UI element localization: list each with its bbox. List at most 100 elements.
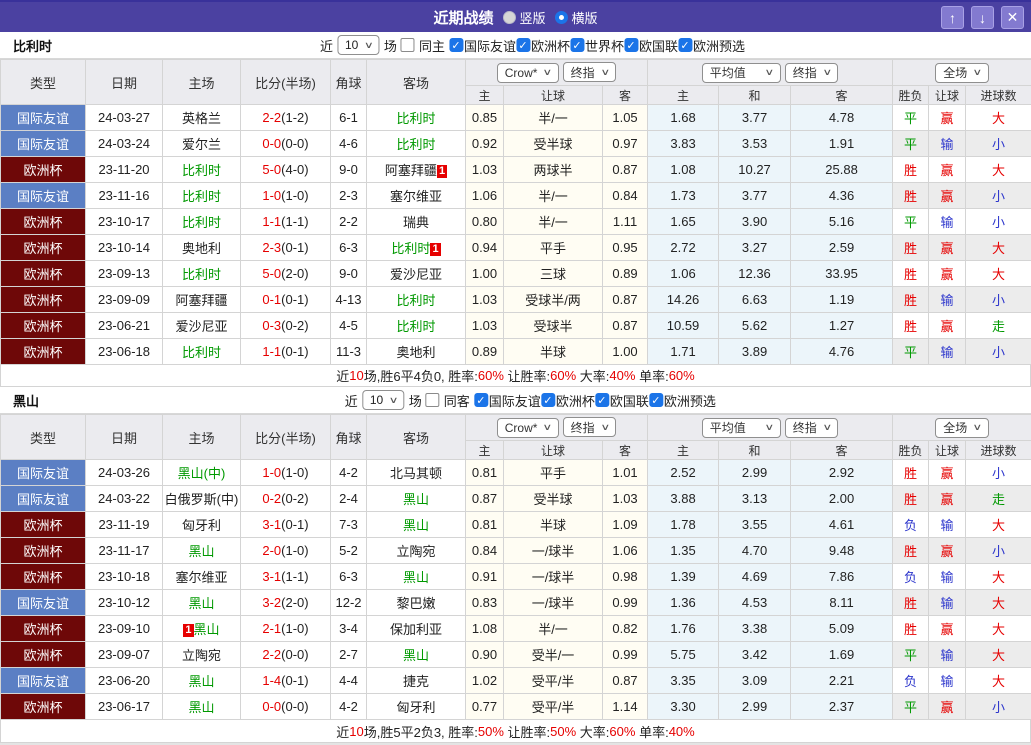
match-type-badge: 国际友谊 xyxy=(0,104,86,131)
home-team-cell: 英格兰 xyxy=(162,104,241,131)
checkbox-checked-icon[interactable]: ✓ xyxy=(678,38,693,52)
book-home-odds: 1.06 xyxy=(465,182,504,209)
checkbox-checked-icon[interactable]: ✓ xyxy=(624,38,639,52)
scope-select[interactable]: 全场 ∨ xyxy=(935,62,989,83)
match-type-badge: 欧洲杯 xyxy=(0,338,86,365)
matches-table: 类型 日期 主场 比分(半场) 角球 客场 Crow* ∨ 终指 ∨ 平均值 ∨ 终… xyxy=(0,414,1031,720)
same-venue-label: 同客 xyxy=(443,393,470,409)
match-date: 23-06-18 xyxy=(85,338,163,365)
avg-draw-odds: 10.27 xyxy=(718,156,792,183)
checkbox-checked-icon[interactable]: ✓ xyxy=(648,393,663,407)
league-filter[interactable]: ✓ 欧国联 xyxy=(594,391,649,410)
corner-score: 6-3 xyxy=(330,234,367,261)
layout-radio-horizontal[interactable]: 横版 xyxy=(554,8,598,27)
league-filter[interactable]: ✓ 国际友谊 xyxy=(473,391,541,410)
full-time-score: 3-2 xyxy=(262,595,282,610)
average-select[interactable]: 平均值 ∨ xyxy=(701,62,782,83)
avg-away-odds: 4.36 xyxy=(790,182,894,209)
checkbox-checked-icon[interactable]: ✓ xyxy=(448,38,463,52)
match-date: 23-06-20 xyxy=(85,667,163,694)
league-filter[interactable]: ✓ 欧洲预选 xyxy=(678,36,745,55)
same-venue-checkbox[interactable] xyxy=(400,38,415,52)
move-down-button[interactable]: ↓ xyxy=(971,6,994,29)
match-date: 23-06-17 xyxy=(85,693,163,720)
match-row: 国际友谊 24-03-22 白俄罗斯(中) 0-2(0-2) 2-4 黑山 0.87 受半球 1… xyxy=(0,485,1031,512)
team-link: 黑山 xyxy=(188,700,215,715)
result-outcome: 胜 xyxy=(892,615,930,642)
radio-selected-icon[interactable] xyxy=(554,10,568,24)
result-outcome: 胜 xyxy=(892,312,930,339)
checkbox-checked-icon[interactable]: ✓ xyxy=(515,38,530,52)
half-time-score: (2-0) xyxy=(281,595,309,610)
team-name: 黑山 xyxy=(13,393,40,409)
result-text: 走 xyxy=(992,319,1006,334)
league-filter[interactable]: ✓ 欧洲杯 xyxy=(540,391,595,410)
avg-away-odds: 9.48 xyxy=(790,537,894,564)
layout-radio-vertical[interactable]: 竖版 xyxy=(502,8,546,27)
home-team-cell: 爱尔兰 xyxy=(162,130,241,157)
league-filter[interactable]: ✓ 国际友谊 xyxy=(448,36,516,55)
handicap-line: 受球半 xyxy=(503,312,603,339)
team-link: 比利时 xyxy=(181,267,221,282)
full-time-score: 1-0 xyxy=(262,188,282,203)
result-text: 胜 xyxy=(904,544,918,559)
avg-odds-stage-select[interactable]: 终指 ∨ xyxy=(784,417,839,438)
book-home-odds: 0.81 xyxy=(465,459,504,486)
away-team-cell: 比利时 1 xyxy=(366,234,466,261)
match-count-select[interactable]: 10 ∨ xyxy=(336,35,380,55)
avg-away-odds: 33.95 xyxy=(790,260,894,287)
checkbox-checked-icon[interactable]: ✓ xyxy=(540,393,555,407)
handicap-line: 一/球半 xyxy=(503,563,603,590)
match-count-select[interactable]: 10 ∨ xyxy=(361,390,405,410)
league-filter[interactable]: ✓ 欧洲预选 xyxy=(648,391,716,410)
bookmaker-select[interactable]: Crow* ∨ xyxy=(496,417,560,438)
checkbox-checked-icon[interactable]: ✓ xyxy=(594,393,609,407)
radio-vertical-label: 竖版 xyxy=(519,10,546,26)
result-text: 小 xyxy=(992,137,1006,152)
team-link: 爱沙尼亚 xyxy=(389,267,442,282)
col-result-wdl: 胜负 xyxy=(892,85,930,105)
col-result-handicap: 让球 xyxy=(928,440,967,460)
match-date: 23-11-19 xyxy=(85,511,163,538)
chevron-down-icon: ∨ xyxy=(363,39,374,50)
checkbox-checked-icon[interactable]: ✓ xyxy=(473,393,488,407)
avg-draw-odds: 3.90 xyxy=(718,208,792,235)
radio-unselected-icon[interactable] xyxy=(502,10,516,24)
score-cell: 1-4(0-1) xyxy=(240,667,331,694)
checkbox-checked-icon[interactable]: ✓ xyxy=(569,38,584,52)
bookmaker-select[interactable]: Crow* ∨ xyxy=(496,62,560,83)
close-button[interactable]: ✕ xyxy=(1001,6,1024,29)
league-filter[interactable]: ✓ 世界杯 xyxy=(569,36,624,55)
league-filter[interactable]: ✓ 欧洲杯 xyxy=(515,36,570,55)
result-handicap: 赢 xyxy=(928,156,967,183)
result-outcome: 负 xyxy=(892,511,930,538)
book-away-odds: 0.87 xyxy=(601,286,649,313)
match-date: 23-09-07 xyxy=(85,641,163,668)
avg-odds-stage-select[interactable]: 终指 ∨ xyxy=(784,62,839,83)
same-venue-checkbox[interactable] xyxy=(425,393,440,407)
book-home-odds: 0.84 xyxy=(465,537,504,564)
book-odds-stage-select[interactable]: 终指 ∨ xyxy=(562,62,617,83)
book-odds-stage-select[interactable]: 终指 ∨ xyxy=(562,417,617,438)
team-link: 黎巴嫩 xyxy=(396,596,436,611)
avg-away-odds: 1.91 xyxy=(790,130,894,157)
scope-select[interactable]: 全场 ∨ xyxy=(935,417,989,438)
handicap-line: 平手 xyxy=(503,459,603,486)
team-link: 比利时 xyxy=(181,189,221,204)
match-type-badge: 欧洲杯 xyxy=(0,208,86,235)
team-link: 塞尔维亚 xyxy=(389,189,442,204)
result-text: 平 xyxy=(904,215,918,230)
move-up-button[interactable]: ↑ xyxy=(941,6,964,29)
col-avg-home: 主 xyxy=(647,440,720,460)
score-cell: 2-2(0-0) xyxy=(240,641,331,668)
score-cell: 2-1(1-0) xyxy=(240,615,331,642)
avg-home-odds: 3.35 xyxy=(647,667,720,694)
avg-home-odds: 5.75 xyxy=(647,641,720,668)
team-link: 比利时 xyxy=(396,111,436,126)
result-text: 小 xyxy=(992,544,1006,559)
book-home-odds: 1.08 xyxy=(465,615,504,642)
result-text: 走 xyxy=(992,492,1006,507)
league-filter[interactable]: ✓ 欧国联 xyxy=(624,36,678,55)
average-select[interactable]: 平均值 ∨ xyxy=(701,417,782,438)
col-book-home: 主 xyxy=(465,440,504,460)
